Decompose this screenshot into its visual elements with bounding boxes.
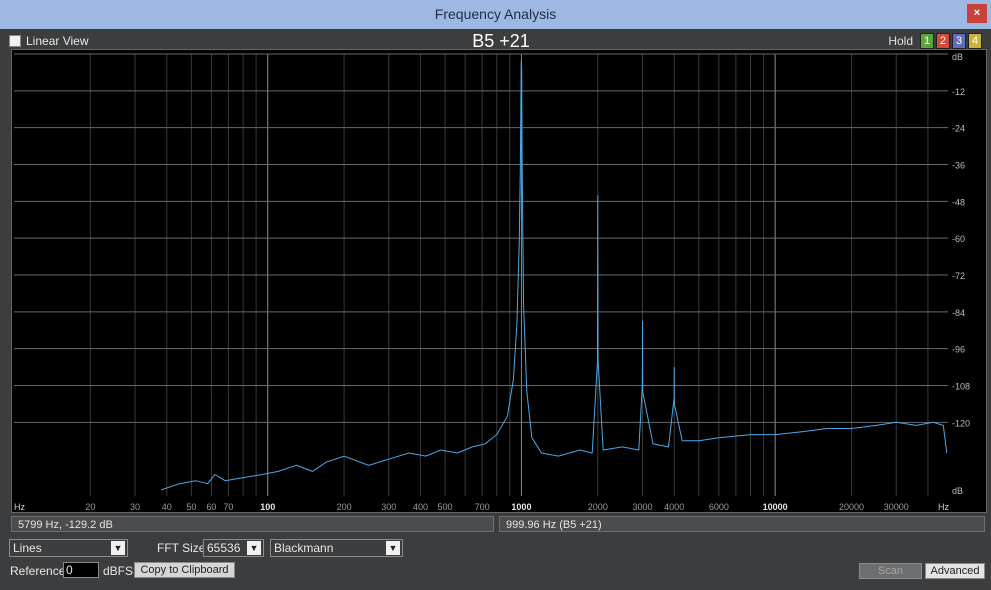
- y-tick-label: -24: [952, 124, 965, 134]
- x-tick-label: 100: [260, 502, 275, 512]
- y-tick-label: -120: [952, 418, 970, 428]
- y-tick-label: -36: [952, 161, 965, 171]
- x-unit-label: Hz: [14, 502, 25, 512]
- hold-button-4[interactable]: 4: [968, 33, 982, 49]
- display-mode-value: Lines: [13, 541, 42, 555]
- x-tick-label: 200: [337, 502, 352, 512]
- x-tick-label: 20000: [839, 502, 864, 512]
- x-tick-label: 10000: [763, 502, 788, 512]
- x-unit-label-right: Hz: [938, 502, 949, 512]
- close-button[interactable]: ×: [967, 4, 987, 23]
- advanced-button[interactable]: Advanced: [925, 563, 985, 579]
- y-unit-label-bottom: dB: [952, 486, 963, 496]
- hold-label: Hold: [888, 34, 913, 48]
- x-tick-label: 700: [475, 502, 490, 512]
- spectrum-plot[interactable]: -12 -24 -36 -48 -60 -72 -84 -96 -108 -120 dB dB 20 30…: [11, 49, 987, 513]
- y-tick-label: -48: [952, 197, 965, 207]
- x-tick-label: 1000: [511, 502, 531, 512]
- cursor-readout: 5799 Hz, -129.2 dB: [11, 516, 494, 532]
- x-tick-label: 20: [85, 502, 95, 512]
- y-tick-label: -12: [952, 87, 965, 97]
- hold-group: Hold 1 2 3 4: [888, 33, 982, 49]
- frequency-analysis-panel: Linear View B5 +21 Hold 1 2 3 4 -12 -24 -3…: [1, 29, 990, 589]
- hold-button-1[interactable]: 1: [920, 33, 934, 49]
- fft-size-label: FFT Size: [157, 541, 206, 555]
- y-tick-label: -108: [952, 382, 970, 392]
- fft-size-select[interactable]: 65536 ▼: [203, 539, 264, 557]
- linear-view-toggle[interactable]: Linear View: [9, 34, 88, 48]
- x-tick-label: 2000: [588, 502, 608, 512]
- fft-size-value: 65536: [207, 541, 241, 555]
- x-tick-label: 4000: [664, 502, 684, 512]
- x-tick-label: 50: [186, 502, 196, 512]
- linear-view-checkbox[interactable]: [9, 35, 21, 47]
- reference-unit: dBFS: [103, 564, 134, 578]
- x-tick-label: 70: [223, 502, 233, 512]
- reference-input[interactable]: [63, 562, 99, 578]
- x-tick-label: 60: [206, 502, 216, 512]
- y-tick-label: -72: [952, 271, 965, 281]
- y-tick-label: -84: [952, 308, 965, 318]
- chevron-down-icon: ▼: [111, 541, 125, 555]
- x-tick-label: 30000: [884, 502, 909, 512]
- peak-readout: 999.96 Hz (B5 +21): [499, 516, 985, 532]
- hold-button-2[interactable]: 2: [936, 33, 950, 49]
- copy-to-clipboard-button[interactable]: Copy to Clipboard: [134, 562, 235, 578]
- scan-button[interactable]: Scan: [859, 563, 922, 579]
- x-tick-label: 300: [381, 502, 396, 512]
- y-tick-label: -96: [952, 345, 965, 355]
- reference-label: Reference: [10, 564, 66, 578]
- title-bar: Frequency Analysis ×: [0, 0, 991, 29]
- x-tick-label: 400: [413, 502, 428, 512]
- y-unit-label: dB: [952, 52, 963, 62]
- x-tick-label: 500: [438, 502, 453, 512]
- hold-button-3[interactable]: 3: [952, 33, 966, 49]
- x-tick-label: 3000: [632, 502, 652, 512]
- window-function-value: Blackmann: [274, 541, 334, 555]
- linear-view-label: Linear View: [26, 34, 89, 48]
- display-mode-select[interactable]: Lines ▼: [9, 539, 128, 557]
- x-tick-label: 40: [162, 502, 172, 512]
- chevron-down-icon: ▼: [247, 541, 261, 555]
- x-tick-label: 30: [130, 502, 140, 512]
- y-tick-label: -60: [952, 234, 965, 244]
- chevron-down-icon: ▼: [386, 541, 400, 555]
- x-tick-label: 6000: [709, 502, 729, 512]
- window-title: Frequency Analysis: [434, 6, 557, 22]
- window-function-select[interactable]: Blackmann ▼: [270, 539, 403, 557]
